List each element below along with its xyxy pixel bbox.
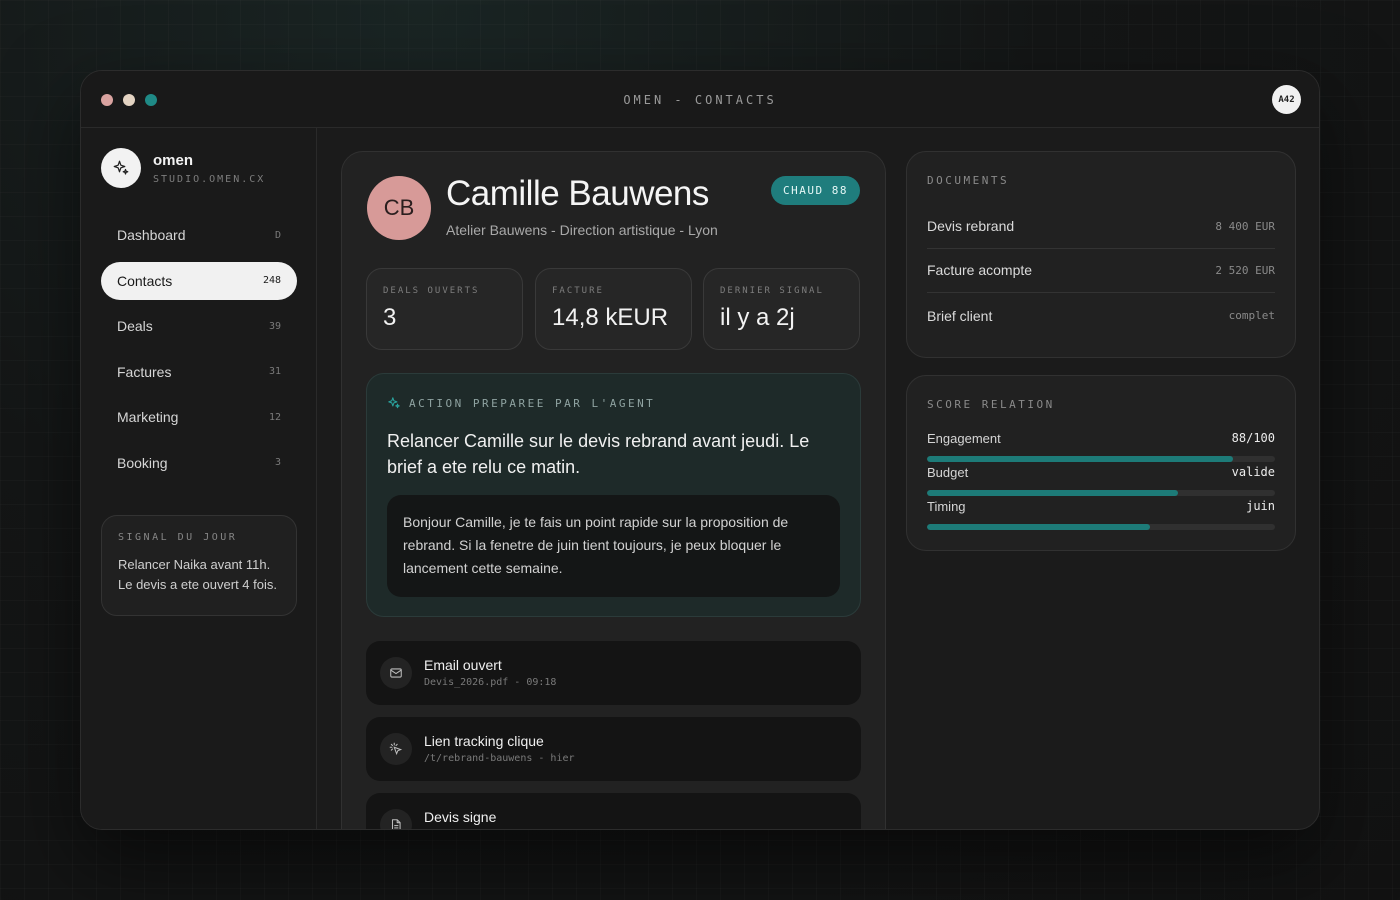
stat-deals-open: DEALS OUVERTS 3: [366, 268, 523, 350]
score-value: juin: [1246, 499, 1275, 513]
score-value: valide: [1231, 465, 1275, 479]
stat-invoiced: FACTURE 14,8 kEUR: [535, 268, 692, 350]
stat-label: FACTURE: [552, 286, 604, 296]
user-avatar[interactable]: A42: [1272, 85, 1301, 114]
timeline-event[interactable]: Devis signe: [366, 793, 861, 829]
score-label: Budget: [927, 465, 969, 480]
timeline-event[interactable]: Email ouvert Devis_2026.pdf - 09:18: [366, 641, 861, 705]
sidebar-item-count: 31: [268, 366, 281, 377]
daily-signal-label: SIGNAL DU JOUR: [118, 532, 238, 543]
score-bar: [927, 524, 1275, 530]
event-title: Email ouvert: [424, 657, 502, 673]
sidebar-item-count: 3: [274, 457, 281, 468]
daily-signal-text: Relancer Naika avant 11h. Le devis a ete…: [118, 557, 277, 592]
documents-title: DOCUMENTS: [927, 174, 1010, 187]
sidebar-item-count: 248: [262, 275, 281, 286]
stat-last-signal: DERNIER SIGNAL il y a 2j: [703, 268, 860, 350]
document-row[interactable]: Brief client complet: [927, 293, 1275, 338]
score-value: 88/100: [1231, 431, 1275, 445]
agent-action-text: Relancer Camille sur le devis rebrand av…: [387, 431, 810, 477]
window-title: OMEN - CONTACTS: [623, 93, 777, 107]
score-row-timing: Timing juin: [927, 499, 1275, 530]
sidebar-item-label: Deals: [117, 318, 153, 334]
document-value: 8 400 EUR: [1215, 219, 1275, 233]
document-row[interactable]: Facture acompte 2 520 EUR: [927, 248, 1275, 293]
brand-name: omen: [153, 152, 194, 169]
score-bar: [927, 456, 1275, 462]
sidebar-item-label: Factures: [117, 363, 172, 380]
agent-action-label: ACTION PREPAREE PAR L'AGENT: [409, 396, 656, 410]
document-value: 2 520 EUR: [1215, 263, 1275, 277]
documents-card: DOCUMENTS Devis rebrand 8 400 EUR Factur…: [906, 151, 1296, 358]
contact-detail-panel: CB Camille Bauwens Atelier Bauwens - Dir…: [341, 151, 886, 829]
document-value: complet: [1228, 309, 1275, 322]
stat-value: 14,8 kEUR: [552, 304, 669, 331]
document-icon: [380, 809, 412, 829]
document-name: Brief client: [927, 307, 993, 324]
sparkle-icon: [388, 397, 400, 409]
status-badge: CHAUD 88: [771, 176, 860, 205]
score-title: SCORE RELATION: [927, 398, 1055, 411]
event-title: Devis signe: [424, 809, 497, 825]
sidebar-item-deals[interactable]: Deals 39: [101, 307, 297, 345]
title-bar: OMEN - CONTACTS A42: [81, 71, 1319, 128]
document-name: Devis rebrand: [927, 218, 1015, 234]
sidebar-item-count: D: [274, 229, 281, 241]
agent-action-card[interactable]: ACTION PREPAREE PAR L'AGENT Relancer Cam…: [366, 373, 861, 617]
brand-logo[interactable]: [101, 148, 141, 188]
sidebar-item-count: 39: [268, 320, 281, 332]
sidebar-item-dashboard[interactable]: Dashboard D: [101, 216, 297, 254]
score-bar-fill: [927, 456, 1234, 462]
stat-value: 3: [383, 304, 397, 331]
sidebar-item-marketing[interactable]: Marketing 12: [101, 398, 297, 436]
relation-score-card: SCORE RELATION Engagement 88/100 Budget …: [906, 375, 1296, 551]
sidebar-item-factures[interactable]: Factures 31: [101, 353, 297, 391]
event-meta: /t/rebrand-bauwens - hier: [424, 753, 575, 764]
brand-domain: STUDIO.OMEN.CX: [153, 174, 266, 185]
event-title: Lien tracking clique: [424, 733, 544, 749]
stat-label: DERNIER SIGNAL: [720, 286, 824, 296]
contact-subtitle: Atelier Bauwens - Direction artistique -…: [446, 222, 718, 238]
event-meta: Devis_2026.pdf - 09:18: [424, 677, 557, 688]
sidebar: omen STUDIO.OMEN.CX Dashboard D Contacts…: [81, 128, 317, 829]
score-label: Engagement: [927, 431, 1001, 446]
app-window: OMEN - CONTACTS A42 omen STUDIO.OMEN.CX …: [80, 70, 1320, 830]
timeline-event[interactable]: Lien tracking clique /t/rebrand-bauwens …: [366, 717, 861, 781]
sidebar-item-contacts[interactable]: Contacts 248: [101, 261, 297, 300]
score-label: Timing: [927, 499, 966, 514]
click-icon: [380, 733, 412, 765]
sidebar-item-count: 12: [268, 411, 281, 423]
score-row-engagement: Engagement 88/100: [927, 431, 1275, 462]
sidebar-item-label: Marketing: [117, 409, 179, 425]
sidebar-nav: Dashboard D Contacts 248 Deals 39 Factur…: [101, 216, 297, 489]
mail-icon: [380, 657, 412, 689]
sidebar-item-label: Contacts: [117, 272, 173, 289]
daily-signal-card: SIGNAL DU JOUR Relancer Naika avant 11h.…: [101, 515, 297, 616]
document-name: Facture acompte: [927, 262, 1033, 278]
stat-label: DEALS OUVERTS: [383, 286, 480, 296]
contact-name: Camille Bauwens: [446, 174, 709, 213]
score-bar-fill: [927, 490, 1178, 496]
score-bar-fill: [927, 524, 1150, 530]
agent-message-draft[interactable]: Bonjour Camille, je te fais un point rap…: [387, 495, 840, 597]
sidebar-item-label: Booking: [117, 454, 168, 471]
score-row-budget: Budget valide: [927, 465, 1275, 496]
contact-avatar: CB: [367, 176, 431, 240]
agent-action-header: ACTION PREPAREE PAR L'AGENT: [387, 396, 655, 410]
score-bar: [927, 490, 1275, 496]
sparkle-icon: [113, 160, 129, 175]
sidebar-item-booking[interactable]: Booking 3: [101, 444, 297, 482]
sidebar-item-label: Dashboard: [117, 227, 186, 243]
stat-value: il y a 2j: [720, 304, 795, 331]
document-row[interactable]: Devis rebrand 8 400 EUR: [927, 204, 1275, 249]
